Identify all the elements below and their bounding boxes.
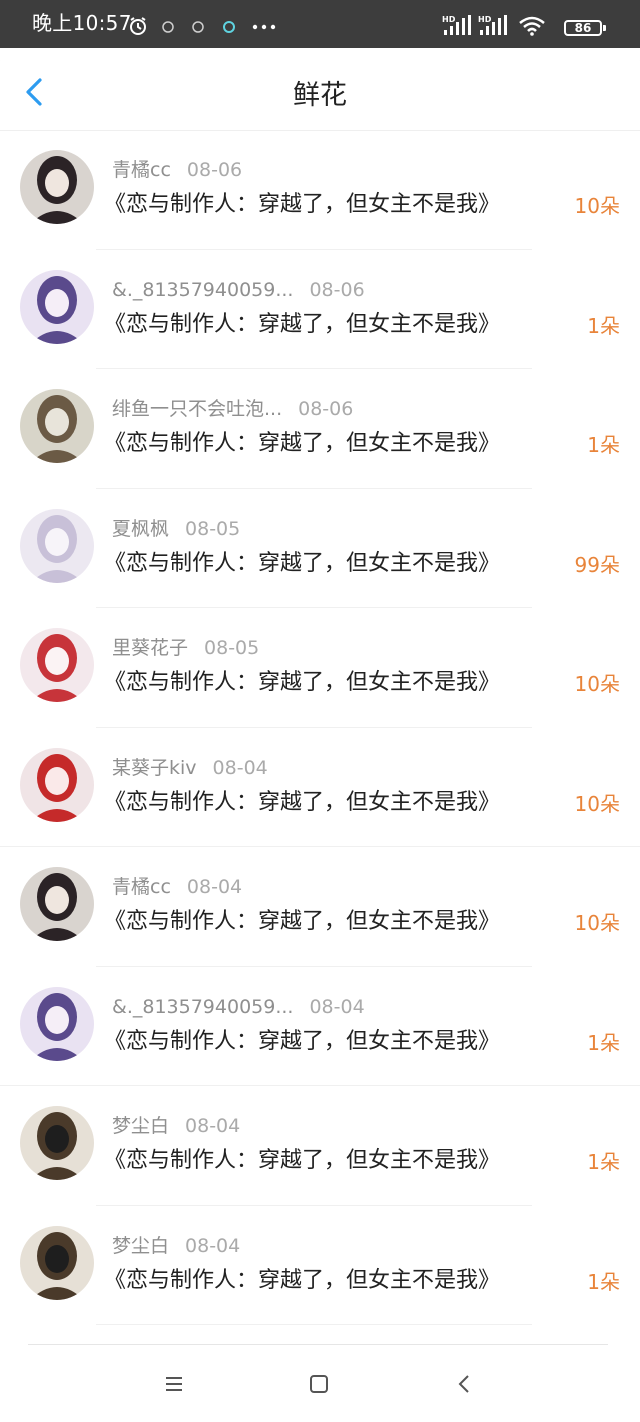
entry-date: 08-04 [185, 1234, 241, 1257]
entry-date: 08-06 [298, 398, 354, 420]
flower-list: 青橘cc 08-06 《恋与制作人：穿越了，但女主不是我》 10朵 &._8135794… [0, 130, 640, 1325]
row-divider [96, 1324, 532, 1325]
entry-date: 08-05 [204, 637, 260, 659]
entry-meta: 梦尘白 08-04 [112, 1234, 240, 1258]
entry-meta: 夏枫枫 08-05 [112, 517, 240, 541]
list-item[interactable]: 某葵子kiv 08-04 《恋与制作人：穿越了，但女主不是我》 10朵 [0, 728, 640, 847]
avatar[interactable] [20, 986, 94, 1061]
avatar[interactable] [20, 628, 94, 702]
flower-count: 10朵 [574, 194, 620, 218]
list-item[interactable]: 绯鱼一只不会吐泡... 08-06 《恋与制作人：穿越了，但女主不是我》 1朵 [0, 369, 640, 489]
menu-button[interactable] [161, 1371, 187, 1397]
home-square-icon [310, 1375, 328, 1393]
home-button[interactable] [306, 1371, 332, 1397]
network-label: HD [478, 15, 492, 24]
system-nav-bar [0, 1346, 640, 1422]
flower-count: 1朵 [587, 433, 620, 457]
flower-count: 10朵 [574, 672, 620, 696]
user-name[interactable]: 青橘cc [112, 159, 171, 181]
book-title[interactable]: 《恋与制作人：穿越了，但女主不是我》 [104, 1266, 500, 1296]
battery-tip [603, 25, 606, 31]
entry-meta: 里葵花子 08-05 [112, 636, 259, 660]
user-name[interactable]: 梦尘白 [112, 1115, 169, 1137]
wifi-icon [519, 16, 545, 36]
user-name[interactable]: 夏枫枫 [112, 518, 169, 540]
user-name[interactable]: &._81357940059... [112, 996, 293, 1018]
book-title[interactable]: 《恋与制作人：穿越了，但女主不是我》 [104, 907, 500, 937]
entry-meta: &._81357940059... 08-06 [112, 278, 365, 302]
avatar[interactable] [20, 867, 94, 941]
list-item[interactable]: 夏枫枫 08-05 《恋与制作人：穿越了，但女主不是我》 99朵 [0, 489, 640, 608]
notification-icon [162, 21, 174, 33]
entry-date: 08-04 [212, 756, 268, 779]
entry-date: 08-06 [186, 159, 243, 181]
user-name[interactable]: 梦尘白 [112, 1235, 169, 1257]
book-title[interactable]: 《恋与制作人：穿越了，但女主不是我》 [104, 310, 500, 340]
flower-count: 1朵 [587, 313, 620, 338]
back-chevron-icon [458, 1375, 469, 1393]
entry-date: 08-06 [309, 278, 365, 301]
user-name[interactable]: 绯鱼一只不会吐泡... [112, 398, 282, 420]
avatar[interactable] [20, 150, 94, 224]
entry-date: 08-05 [185, 517, 241, 540]
book-title[interactable]: 《恋与制作人：穿越了，但女主不是我》 [104, 668, 500, 698]
entry-date: 08-04 [186, 876, 243, 898]
entry-meta: 青橘cc 08-04 [112, 875, 242, 899]
book-title[interactable]: 《恋与制作人：穿越了，但女主不是我》 [104, 1027, 500, 1057]
page-title: 鲜花 [293, 80, 347, 111]
flower-count: 1朵 [587, 1150, 620, 1174]
list-item[interactable]: &._81357940059... 08-06 《恋与制作人：穿越了，但女主不是我》… [0, 250, 640, 369]
entry-meta: &._81357940059... 08-04 [112, 995, 365, 1019]
flower-count: 1朵 [587, 1030, 620, 1055]
book-title[interactable]: 《恋与制作人：穿越了，但女主不是我》 [104, 788, 500, 818]
header: 鲜花 [0, 48, 640, 130]
entry-meta: 绯鱼一只不会吐泡... 08-06 [112, 397, 353, 421]
notification-icon [192, 21, 204, 33]
book-title[interactable]: 《恋与制作人：穿越了，但女主不是我》 [104, 1146, 500, 1176]
signal-icon: HD [478, 15, 507, 35]
signal-icon: HD [442, 15, 471, 35]
user-name[interactable]: 里葵花子 [112, 637, 188, 659]
flower-count: 1朵 [587, 1269, 620, 1294]
entry-date: 08-04 [309, 995, 365, 1018]
user-name[interactable]: 某葵子kiv [112, 757, 197, 779]
network-label: HD [442, 15, 456, 24]
list-item[interactable]: 青橘cc 08-04 《恋与制作人：穿越了，但女主不是我》 10朵 [0, 847, 640, 967]
flower-count: 10朵 [574, 911, 620, 935]
book-title[interactable]: 《恋与制作人：穿越了，但女主不是我》 [104, 190, 500, 220]
flower-count: 99朵 [574, 552, 620, 577]
status-time: 晚上10:57 [32, 11, 132, 35]
avatar[interactable] [20, 389, 94, 463]
alarm-icon [130, 17, 146, 35]
app-icon [223, 21, 235, 33]
system-back-button[interactable] [452, 1371, 478, 1397]
list-item[interactable]: 青橘cc 08-06 《恋与制作人：穿越了，但女主不是我》 10朵 [0, 130, 640, 250]
bottom-divider [28, 1344, 608, 1345]
entry-meta: 梦尘白 08-04 [112, 1114, 240, 1138]
user-name[interactable]: &._81357940059... [112, 279, 293, 301]
entry-meta: 某葵子kiv 08-04 [112, 756, 268, 780]
list-item[interactable]: 梦尘白 08-04 《恋与制作人：穿越了，但女主不是我》 1朵 [0, 1086, 640, 1206]
avatar[interactable] [20, 269, 94, 344]
avatar[interactable] [20, 1225, 94, 1300]
menu-icon [166, 1377, 182, 1391]
list-item[interactable]: 梦尘白 08-04 《恋与制作人：穿越了，但女主不是我》 1朵 [0, 1206, 640, 1325]
status-bar: 晚上10:57 HD HD 86 [0, 0, 640, 48]
list-item[interactable]: 里葵花子 08-05 《恋与制作人：穿越了，但女主不是我》 10朵 [0, 608, 640, 728]
avatar[interactable] [20, 508, 94, 583]
list-item[interactable]: &._81357940059... 08-04 《恋与制作人：穿越了，但女主不是我》… [0, 967, 640, 1086]
battery-indicator: 86 [564, 20, 602, 36]
book-title[interactable]: 《恋与制作人：穿越了，但女主不是我》 [104, 549, 500, 579]
user-name[interactable]: 青橘cc [112, 876, 171, 898]
flower-count: 10朵 [574, 791, 620, 816]
avatar[interactable] [20, 1106, 94, 1180]
entry-date: 08-04 [185, 1115, 241, 1137]
entry-meta: 青橘cc 08-06 [112, 158, 242, 182]
more-dots-icon [252, 24, 276, 30]
avatar[interactable] [20, 747, 94, 822]
book-title[interactable]: 《恋与制作人：穿越了，但女主不是我》 [104, 429, 500, 459]
